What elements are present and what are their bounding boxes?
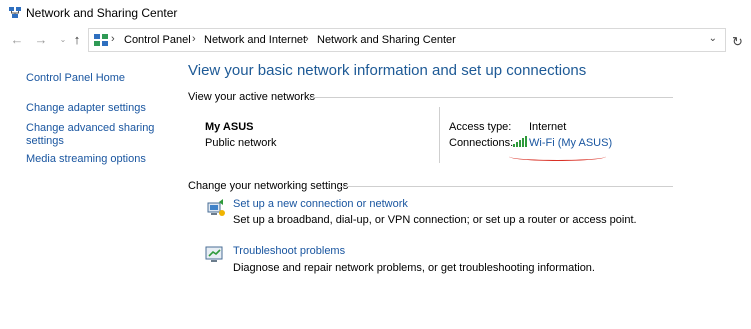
navigation-bar: ← → ⌄ ↑ › Control Panel › Network and In… — [0, 27, 751, 55]
setup-connection-description: Set up a broadband, dial-up, or VPN conn… — [233, 214, 637, 226]
breadcrumb-control-panel[interactable]: Control Panel — [124, 34, 191, 46]
sidebar-change-adapter-settings[interactable]: Change adapter settings — [26, 102, 146, 115]
recent-locations-chevron-icon[interactable]: ⌄ — [56, 32, 70, 48]
up-arrow-icon[interactable]: ↑ — [70, 32, 84, 48]
annotation-underline — [509, 152, 606, 161]
breadcrumb-separator-icon[interactable]: › — [192, 33, 196, 45]
network-divider — [439, 107, 440, 163]
troubleshoot-icon[interactable] — [205, 245, 225, 266]
new-connection-icon[interactable] — [205, 198, 227, 221]
refresh-icon[interactable]: ↻ — [732, 34, 743, 50]
back-arrow-icon[interactable]: ← — [10, 32, 24, 48]
breadcrumb-separator-icon[interactable]: › — [111, 33, 115, 45]
sidebar-media-streaming-options[interactable]: Media streaming options — [26, 153, 146, 166]
sidebar-change-advanced-sharing[interactable]: Change advanced sharing — [26, 122, 154, 135]
control-panel-icon — [93, 33, 109, 51]
network-center-icon — [8, 6, 22, 22]
page-title: View your basic network information and … — [188, 62, 587, 79]
wifi-connection-link[interactable]: Wi-Fi (My ASUS) — [529, 137, 612, 149]
title-bar: Network and Sharing Center — [0, 0, 751, 24]
window-title: Network and Sharing Center — [26, 6, 178, 20]
section-divider — [309, 97, 673, 98]
active-networks-heading: View your active networks — [188, 91, 315, 103]
sidebar-change-advanced-sharing-settings[interactable]: settings — [26, 135, 64, 148]
address-bar[interactable]: › Control Panel › Network and Internet ›… — [88, 28, 726, 52]
network-name: My ASUS — [205, 121, 254, 133]
connections-label: Connections: — [449, 137, 514, 149]
forward-arrow-icon[interactable]: → — [34, 32, 48, 48]
section-divider — [340, 186, 673, 187]
access-type-label: Access type: — [449, 121, 512, 133]
change-settings-heading: Change your networking settings — [188, 180, 349, 192]
setup-connection-link[interactable]: Set up a new connection or network — [233, 198, 408, 210]
troubleshoot-description: Diagnose and repair network problems, or… — [233, 262, 595, 274]
breadcrumb-network-sharing-center[interactable]: Network and Sharing Center — [317, 34, 456, 46]
breadcrumb-network-internet[interactable]: Network and Internet — [204, 34, 306, 46]
sidebar-control-panel-home[interactable]: Control Panel Home — [26, 72, 125, 85]
address-dropdown-icon[interactable]: ⌄ — [709, 33, 717, 44]
breadcrumb-separator-icon[interactable]: › — [305, 33, 309, 45]
network-type: Public network — [205, 137, 277, 149]
access-type-value: Internet — [529, 121, 567, 133]
troubleshoot-link[interactable]: Troubleshoot problems — [233, 245, 345, 257]
wifi-signal-icon[interactable] — [513, 136, 527, 150]
